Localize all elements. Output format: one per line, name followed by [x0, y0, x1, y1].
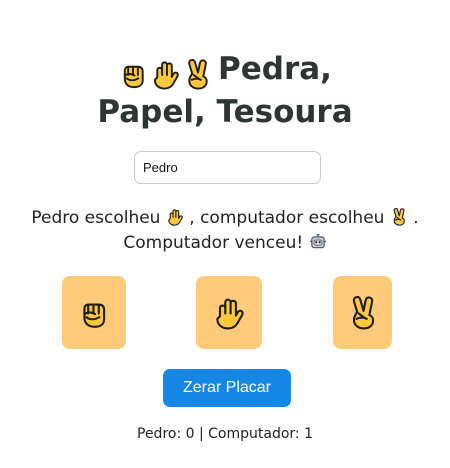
paper-hand-icon — [216, 298, 244, 329]
reset-score-button[interactable]: Zerar Placar — [163, 369, 291, 407]
rock-icon — [123, 65, 144, 89]
paper-hand-icon — [168, 209, 183, 226]
scissors-icon — [352, 295, 374, 329]
result-line-end: . — [413, 208, 419, 228]
title-hand-icons — [118, 54, 214, 93]
player-name-input[interactable] — [134, 151, 321, 184]
robot-icon — [309, 234, 326, 249]
scissors-icon — [188, 59, 208, 90]
score-display: Pedro: 0 | Computador: 1 — [137, 426, 313, 442]
paper-hand-icon — [153, 61, 179, 90]
title-content: Pedra, Papel, Tesoura — [60, 50, 390, 132]
scissors-icon — [393, 208, 405, 226]
computer-choice-icon-wrap — [390, 208, 413, 228]
winner-icon-wrap — [309, 233, 327, 253]
page-title: Pedra, Papel, Tesoura — [0, 50, 450, 132]
result-computer-text: , computador escolheu — [189, 208, 385, 228]
result-winner-text: Computador venceu! — [123, 233, 304, 253]
player-choice-icon-wrap — [166, 208, 189, 228]
game-app: Pedra, Papel, Tesoura Pedro escolheu , c… — [0, 0, 450, 468]
choice-papel-button[interactable] — [196, 276, 262, 349]
choice-pedra-button[interactable] — [62, 276, 126, 349]
choice-tesoura-button[interactable] — [333, 276, 392, 349]
rock-icon — [83, 302, 106, 328]
result-player-text: Pedro escolheu — [31, 208, 161, 228]
game-result: Pedro escolheu , computador escolheu . C… — [0, 206, 450, 256]
